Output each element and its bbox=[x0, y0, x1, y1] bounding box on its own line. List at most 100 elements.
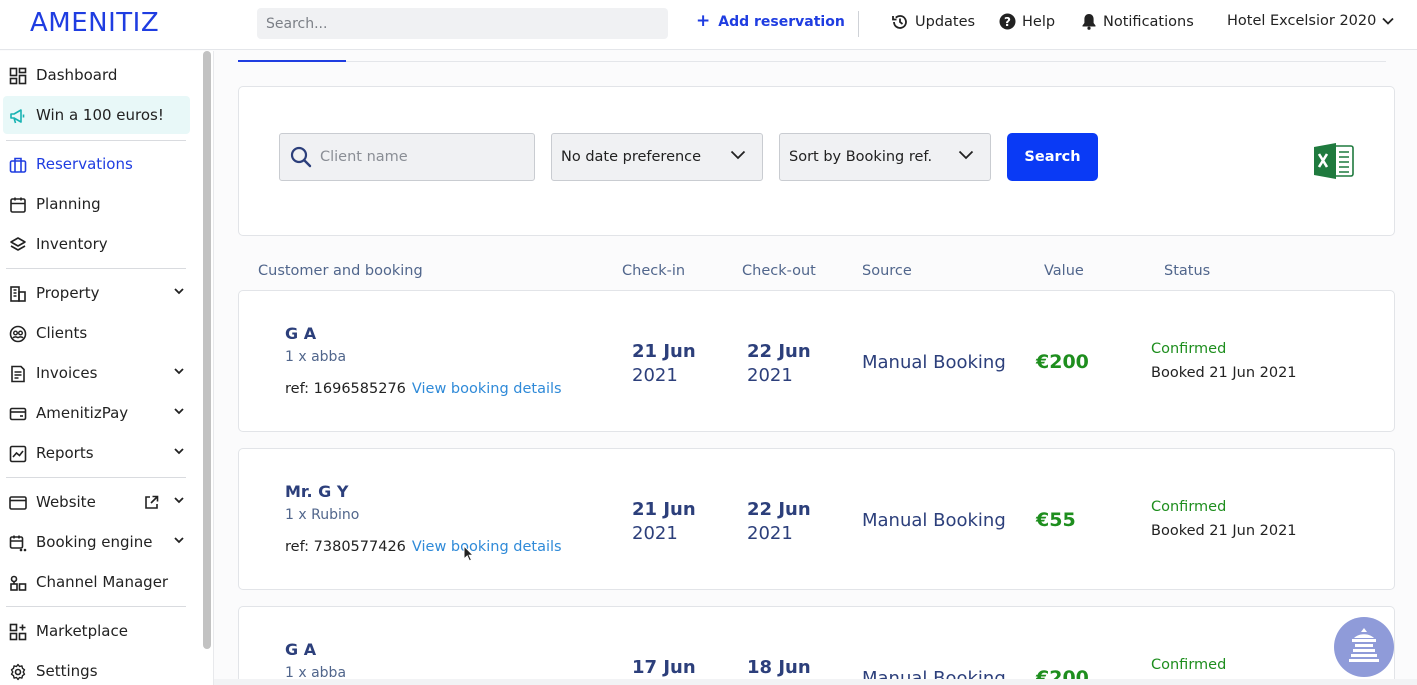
chevron-down-icon bbox=[174, 448, 184, 455]
updates-button[interactable]: Updates bbox=[891, 13, 975, 31]
view-booking-details-link[interactable]: View booking details bbox=[412, 539, 562, 555]
date-preference-select[interactable]: No date preference bbox=[551, 133, 763, 181]
checkin-date: 21 Jun 2021 bbox=[632, 498, 696, 546]
checkin-day: 17 Jun bbox=[632, 657, 696, 678]
sidebar-item-label: Reports bbox=[36, 444, 94, 462]
sidebar-scrollbar[interactable] bbox=[203, 51, 211, 649]
column-header-checkout: Check-out bbox=[742, 263, 816, 279]
guest-name: G A bbox=[285, 640, 317, 659]
checkout-year: 2021 bbox=[747, 523, 793, 544]
sidebar-item-reservations[interactable]: Reservations bbox=[0, 145, 196, 183]
client-name-field[interactable] bbox=[279, 133, 535, 181]
chevron-down-icon bbox=[174, 408, 184, 415]
booking-ref-row: ref: 1696585276 View booking details bbox=[285, 381, 562, 397]
briefcase-icon bbox=[9, 157, 27, 173]
booking-ref: ref: 1696585276 bbox=[285, 381, 406, 397]
chart-icon bbox=[9, 445, 27, 463]
status-badge: Confirmed bbox=[1151, 499, 1227, 515]
booking-value: €55 bbox=[1036, 509, 1076, 531]
sidebar-item-label: Win a 100 euros! bbox=[36, 106, 164, 124]
search-icon bbox=[290, 146, 312, 168]
sidebar-item-promo[interactable]: Win a 100 euros! bbox=[3, 96, 190, 134]
excel-export-icon[interactable] bbox=[1313, 142, 1355, 180]
notifications-button[interactable]: Notifications bbox=[1081, 13, 1194, 30]
help-button[interactable]: ? Help bbox=[999, 13, 1055, 30]
sidebar-item-dashboard[interactable]: Dashboard bbox=[0, 56, 196, 94]
checkout-day: 18 Jun bbox=[747, 657, 811, 678]
status-badge: Confirmed bbox=[1151, 657, 1227, 673]
updates-label: Updates bbox=[915, 14, 976, 30]
sidebar-divider bbox=[6, 140, 186, 141]
sidebar-item-label: Settings bbox=[36, 662, 98, 680]
room-summary: 1 x Rubino bbox=[285, 507, 360, 523]
chat-widget-button[interactable] bbox=[1334, 617, 1394, 677]
sidebar-item-label: Dashboard bbox=[36, 66, 118, 84]
sidebar-item-label: Inventory bbox=[36, 235, 108, 253]
checkout-day: 22 Jun bbox=[747, 341, 811, 362]
view-booking-details-link[interactable]: View booking details bbox=[412, 381, 562, 397]
reservation-card[interactable]: G A 1 x abba ref: 1696585276 View booking… bbox=[238, 290, 1395, 432]
history-icon bbox=[892, 15, 907, 29]
sidebar-item-clients[interactable]: Clients bbox=[0, 314, 196, 352]
hotel-selector[interactable]: Hotel Excelsior 2020 bbox=[1227, 13, 1394, 29]
sidebar-divider bbox=[6, 477, 186, 478]
sidebar-item-planning[interactable]: Planning bbox=[0, 185, 196, 223]
global-search-input[interactable] bbox=[257, 8, 668, 39]
sidebar-item-label: Channel Manager bbox=[36, 573, 169, 591]
mouse-cursor-icon bbox=[463, 545, 475, 562]
client-name-input[interactable] bbox=[320, 134, 530, 180]
chevron-down-icon bbox=[174, 368, 184, 375]
booking-ref-row: ref: 7380577426 View booking details bbox=[285, 539, 562, 555]
add-reservation-label: Add reservation bbox=[718, 13, 845, 30]
guest-name: Mr. G Y bbox=[285, 482, 349, 501]
chevron-down-icon bbox=[958, 150, 974, 160]
temple-icon bbox=[1349, 628, 1379, 662]
reservation-card[interactable]: G A 1 x abba 17 Jun 18 Jun Manual Bookin… bbox=[238, 606, 1395, 685]
amenitiz-logo[interactable]: AMENITIZ bbox=[30, 8, 159, 38]
users-icon bbox=[9, 325, 27, 343]
sidebar-item-channel-manager[interactable]: Channel Manager bbox=[0, 563, 196, 601]
gear-icon bbox=[10, 663, 26, 681]
sidebar-item-marketplace[interactable]: Marketplace bbox=[0, 612, 196, 650]
sidebar-item-label: AmenitizPay bbox=[36, 404, 129, 422]
notifications-label: Notifications bbox=[1103, 13, 1194, 30]
booking-source: Manual Booking bbox=[862, 352, 1006, 373]
search-button[interactable]: Search bbox=[1007, 133, 1098, 181]
sidebar-item-property[interactable]: Property bbox=[0, 274, 196, 312]
sidebar-divider bbox=[6, 268, 186, 269]
date-preference-value: No date preference bbox=[561, 149, 702, 165]
sidebar-item-booking-engine[interactable]: Booking engine bbox=[0, 523, 196, 561]
chevron-down-icon bbox=[174, 288, 184, 295]
active-tab-indicator bbox=[238, 60, 346, 62]
status-badge: Confirmed bbox=[1151, 341, 1227, 357]
help-label: Help bbox=[1022, 13, 1056, 30]
room-summary: 1 x abba bbox=[285, 349, 347, 365]
calendar-cart-icon bbox=[9, 535, 27, 552]
column-header-source: Source bbox=[862, 263, 912, 279]
sidebar-item-settings[interactable]: Settings bbox=[0, 652, 196, 685]
sidebar-item-label: Planning bbox=[36, 195, 101, 213]
sort-select[interactable]: Sort by Booking ref. bbox=[779, 133, 991, 181]
column-header-status: Status bbox=[1164, 263, 1211, 279]
booked-date: Booked 21 Jun 2021 bbox=[1151, 365, 1297, 381]
top-bar: AMENITIZ + Add reservation Updates ? Hel… bbox=[0, 0, 1417, 50]
sidebar-item-invoices[interactable]: Invoices bbox=[0, 354, 196, 392]
booking-value: €200 bbox=[1036, 351, 1089, 373]
sidebar-item-reports[interactable]: Reports bbox=[0, 434, 196, 472]
booking-source: Manual Booking bbox=[862, 510, 1006, 531]
checkin-year: 2021 bbox=[632, 523, 678, 544]
sidebar-item-website[interactable]: Website bbox=[0, 483, 196, 521]
sidebar-item-label: Property bbox=[36, 284, 100, 302]
checkin-date: 21 Jun 2021 bbox=[632, 340, 696, 388]
sidebar-item-inventory[interactable]: Inventory bbox=[0, 225, 196, 263]
checkout-date: 22 Jun 2021 bbox=[747, 498, 811, 546]
sidebar-item-label: Booking engine bbox=[36, 533, 153, 551]
dashboard-icon bbox=[9, 67, 27, 85]
plus-icon: + bbox=[696, 11, 711, 31]
add-reservation-button[interactable]: + Add reservation bbox=[696, 13, 845, 30]
reservation-card[interactable]: Mr. G Y 1 x Rubino ref: 7380577426 View b… bbox=[238, 448, 1395, 590]
sidebar-item-amenitizpay[interactable]: AmenitizPay bbox=[0, 394, 196, 432]
checkin-year: 2021 bbox=[632, 365, 678, 386]
external-link-icon[interactable] bbox=[144, 495, 159, 510]
checkout-day: 22 Jun bbox=[747, 499, 811, 520]
